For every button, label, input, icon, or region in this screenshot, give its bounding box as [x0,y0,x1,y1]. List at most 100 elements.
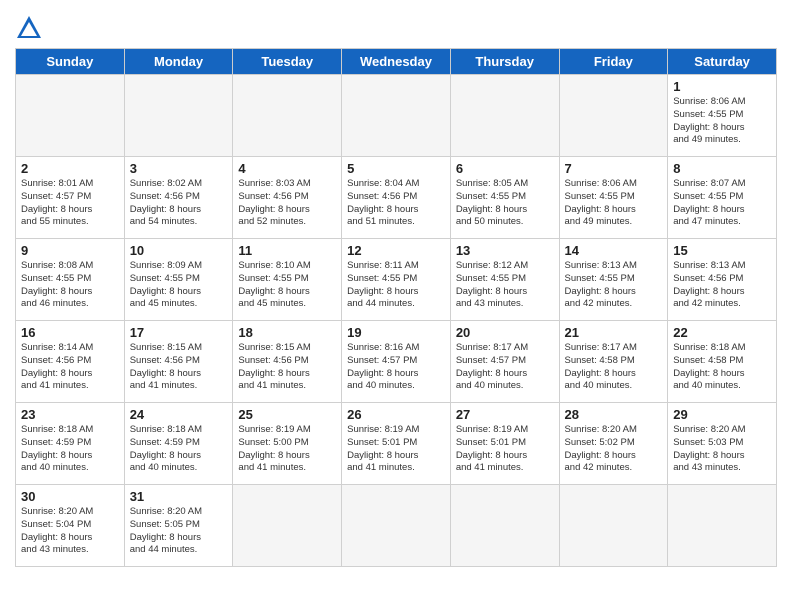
day-number: 15 [673,243,771,258]
calendar-table: SundayMondayTuesdayWednesdayThursdayFrid… [15,48,777,567]
day-number: 12 [347,243,445,258]
calendar-row: 1 Sunrise: 8:06 AM Sunset: 4:55 PM Daylig… [16,75,777,157]
day-info: Sunrise: 8:03 AM Sunset: 4:56 PM Dayligh… [238,178,336,229]
calendar-cell: 29 Sunrise: 8:20 AM Sunset: 5:03 PM Dayli… [668,403,777,485]
weekday-header-wednesday: Wednesday [342,49,451,75]
main-container: SundayMondayTuesdayWednesdayThursdayFrid… [0,0,792,577]
calendar-cell: 30 Sunrise: 8:20 AM Sunset: 5:04 PM Dayli… [16,485,125,567]
calendar-row: 16 Sunrise: 8:14 AM Sunset: 4:56 PM Dayli… [16,321,777,403]
calendar-cell: 22 Sunrise: 8:18 AM Sunset: 4:58 PM Dayli… [668,321,777,403]
day-number: 20 [456,325,554,340]
logo [15,14,45,42]
day-info: Sunrise: 8:12 AM Sunset: 4:55 PM Dayligh… [456,260,554,311]
day-number: 16 [21,325,119,340]
weekday-header-monday: Monday [124,49,233,75]
calendar-cell [450,485,559,567]
calendar-row: 9Sunrise: 8:08 AM Sunset: 4:55 PM Daylig… [16,239,777,321]
day-number: 24 [130,407,228,422]
day-info: Sunrise: 8:20 AM Sunset: 5:02 PM Dayligh… [565,424,663,475]
calendar-cell: 6 Sunrise: 8:05 AM Sunset: 4:55 PM Daylig… [450,157,559,239]
calendar-cell [559,75,668,157]
day-number: 28 [565,407,663,422]
calendar-cell [559,485,668,567]
calendar-cell: 10Sunrise: 8:09 AM Sunset: 4:55 PM Dayli… [124,239,233,321]
logo-icon [15,14,43,42]
calendar-cell: 18 Sunrise: 8:15 AM Sunset: 4:56 PM Dayli… [233,321,342,403]
day-number: 23 [21,407,119,422]
calendar-body: 1 Sunrise: 8:06 AM Sunset: 4:55 PM Daylig… [16,75,777,567]
day-number: 13 [456,243,554,258]
calendar-cell: 1 Sunrise: 8:06 AM Sunset: 4:55 PM Daylig… [668,75,777,157]
day-info: Sunrise: 8:06 AM Sunset: 4:55 PM Dayligh… [565,178,663,229]
day-number: 6 [456,161,554,176]
calendar-row: 30 Sunrise: 8:20 AM Sunset: 5:04 PM Dayli… [16,485,777,567]
calendar-cell: 28 Sunrise: 8:20 AM Sunset: 5:02 PM Dayli… [559,403,668,485]
calendar-cell: 19 Sunrise: 8:16 AM Sunset: 4:57 PM Dayli… [342,321,451,403]
calendar-cell: 24 Sunrise: 8:18 AM Sunset: 4:59 PM Dayli… [124,403,233,485]
day-number: 17 [130,325,228,340]
day-number: 11 [238,243,336,258]
calendar-cell [124,75,233,157]
calendar-cell [342,75,451,157]
day-number: 9 [21,243,119,258]
day-info: Sunrise: 8:20 AM Sunset: 5:03 PM Dayligh… [673,424,771,475]
day-number: 7 [565,161,663,176]
day-number: 22 [673,325,771,340]
day-number: 26 [347,407,445,422]
day-number: 18 [238,325,336,340]
calendar-cell: 26 Sunrise: 8:19 AM Sunset: 5:01 PM Dayli… [342,403,451,485]
day-info: Sunrise: 8:15 AM Sunset: 4:56 PM Dayligh… [130,342,228,393]
weekday-header-row: SundayMondayTuesdayWednesdayThursdayFrid… [16,49,777,75]
calendar-cell: 31 Sunrise: 8:20 AM Sunset: 5:05 PM Dayli… [124,485,233,567]
day-info: Sunrise: 8:19 AM Sunset: 5:01 PM Dayligh… [347,424,445,475]
calendar-cell: 15 Sunrise: 8:13 AM Sunset: 4:56 PM Dayli… [668,239,777,321]
day-number: 31 [130,489,228,504]
weekday-header-tuesday: Tuesday [233,49,342,75]
day-info: Sunrise: 8:01 AM Sunset: 4:57 PM Dayligh… [21,178,119,229]
day-number: 21 [565,325,663,340]
day-info: Sunrise: 8:07 AM Sunset: 4:55 PM Dayligh… [673,178,771,229]
day-number: 25 [238,407,336,422]
day-number: 30 [21,489,119,504]
day-info: Sunrise: 8:02 AM Sunset: 4:56 PM Dayligh… [130,178,228,229]
day-info: Sunrise: 8:11 AM Sunset: 4:55 PM Dayligh… [347,260,445,311]
day-info: Sunrise: 8:17 AM Sunset: 4:58 PM Dayligh… [565,342,663,393]
day-info: Sunrise: 8:10 AM Sunset: 4:55 PM Dayligh… [238,260,336,311]
calendar-row: 2 Sunrise: 8:01 AM Sunset: 4:57 PM Daylig… [16,157,777,239]
calendar-cell [342,485,451,567]
day-number: 10 [130,243,228,258]
day-number: 27 [456,407,554,422]
calendar-cell: 12 Sunrise: 8:11 AM Sunset: 4:55 PM Dayli… [342,239,451,321]
day-info: Sunrise: 8:20 AM Sunset: 5:04 PM Dayligh… [21,506,119,557]
day-info: Sunrise: 8:18 AM Sunset: 4:58 PM Dayligh… [673,342,771,393]
day-info: Sunrise: 8:13 AM Sunset: 4:56 PM Dayligh… [673,260,771,311]
day-info: Sunrise: 8:05 AM Sunset: 4:55 PM Dayligh… [456,178,554,229]
day-number: 29 [673,407,771,422]
calendar-cell: 11 Sunrise: 8:10 AM Sunset: 4:55 PM Dayli… [233,239,342,321]
day-info: Sunrise: 8:20 AM Sunset: 5:05 PM Dayligh… [130,506,228,557]
day-info: Sunrise: 8:06 AM Sunset: 4:55 PM Dayligh… [673,96,771,147]
calendar-cell [16,75,125,157]
day-info: Sunrise: 8:19 AM Sunset: 5:01 PM Dayligh… [456,424,554,475]
calendar-cell: 16 Sunrise: 8:14 AM Sunset: 4:56 PM Dayli… [16,321,125,403]
calendar-cell: 5Sunrise: 8:04 AM Sunset: 4:56 PM Daylig… [342,157,451,239]
calendar-cell: 27 Sunrise: 8:19 AM Sunset: 5:01 PM Dayli… [450,403,559,485]
day-info: Sunrise: 8:19 AM Sunset: 5:00 PM Dayligh… [238,424,336,475]
day-info: Sunrise: 8:15 AM Sunset: 4:56 PM Dayligh… [238,342,336,393]
weekday-header-sunday: Sunday [16,49,125,75]
weekday-header-saturday: Saturday [668,49,777,75]
day-info: Sunrise: 8:13 AM Sunset: 4:55 PM Dayligh… [565,260,663,311]
calendar-cell: 13 Sunrise: 8:12 AM Sunset: 4:55 PM Dayli… [450,239,559,321]
day-info: Sunrise: 8:17 AM Sunset: 4:57 PM Dayligh… [456,342,554,393]
day-info: Sunrise: 8:18 AM Sunset: 4:59 PM Dayligh… [130,424,228,475]
day-number: 2 [21,161,119,176]
calendar-cell: 3Sunrise: 8:02 AM Sunset: 4:56 PM Daylig… [124,157,233,239]
calendar-cell: 4Sunrise: 8:03 AM Sunset: 4:56 PM Daylig… [233,157,342,239]
day-number: 19 [347,325,445,340]
calendar-cell: 7 Sunrise: 8:06 AM Sunset: 4:55 PM Daylig… [559,157,668,239]
day-info: Sunrise: 8:16 AM Sunset: 4:57 PM Dayligh… [347,342,445,393]
day-info: Sunrise: 8:14 AM Sunset: 4:56 PM Dayligh… [21,342,119,393]
day-info: Sunrise: 8:04 AM Sunset: 4:56 PM Dayligh… [347,178,445,229]
day-number: 1 [673,79,771,94]
calendar-cell [233,485,342,567]
